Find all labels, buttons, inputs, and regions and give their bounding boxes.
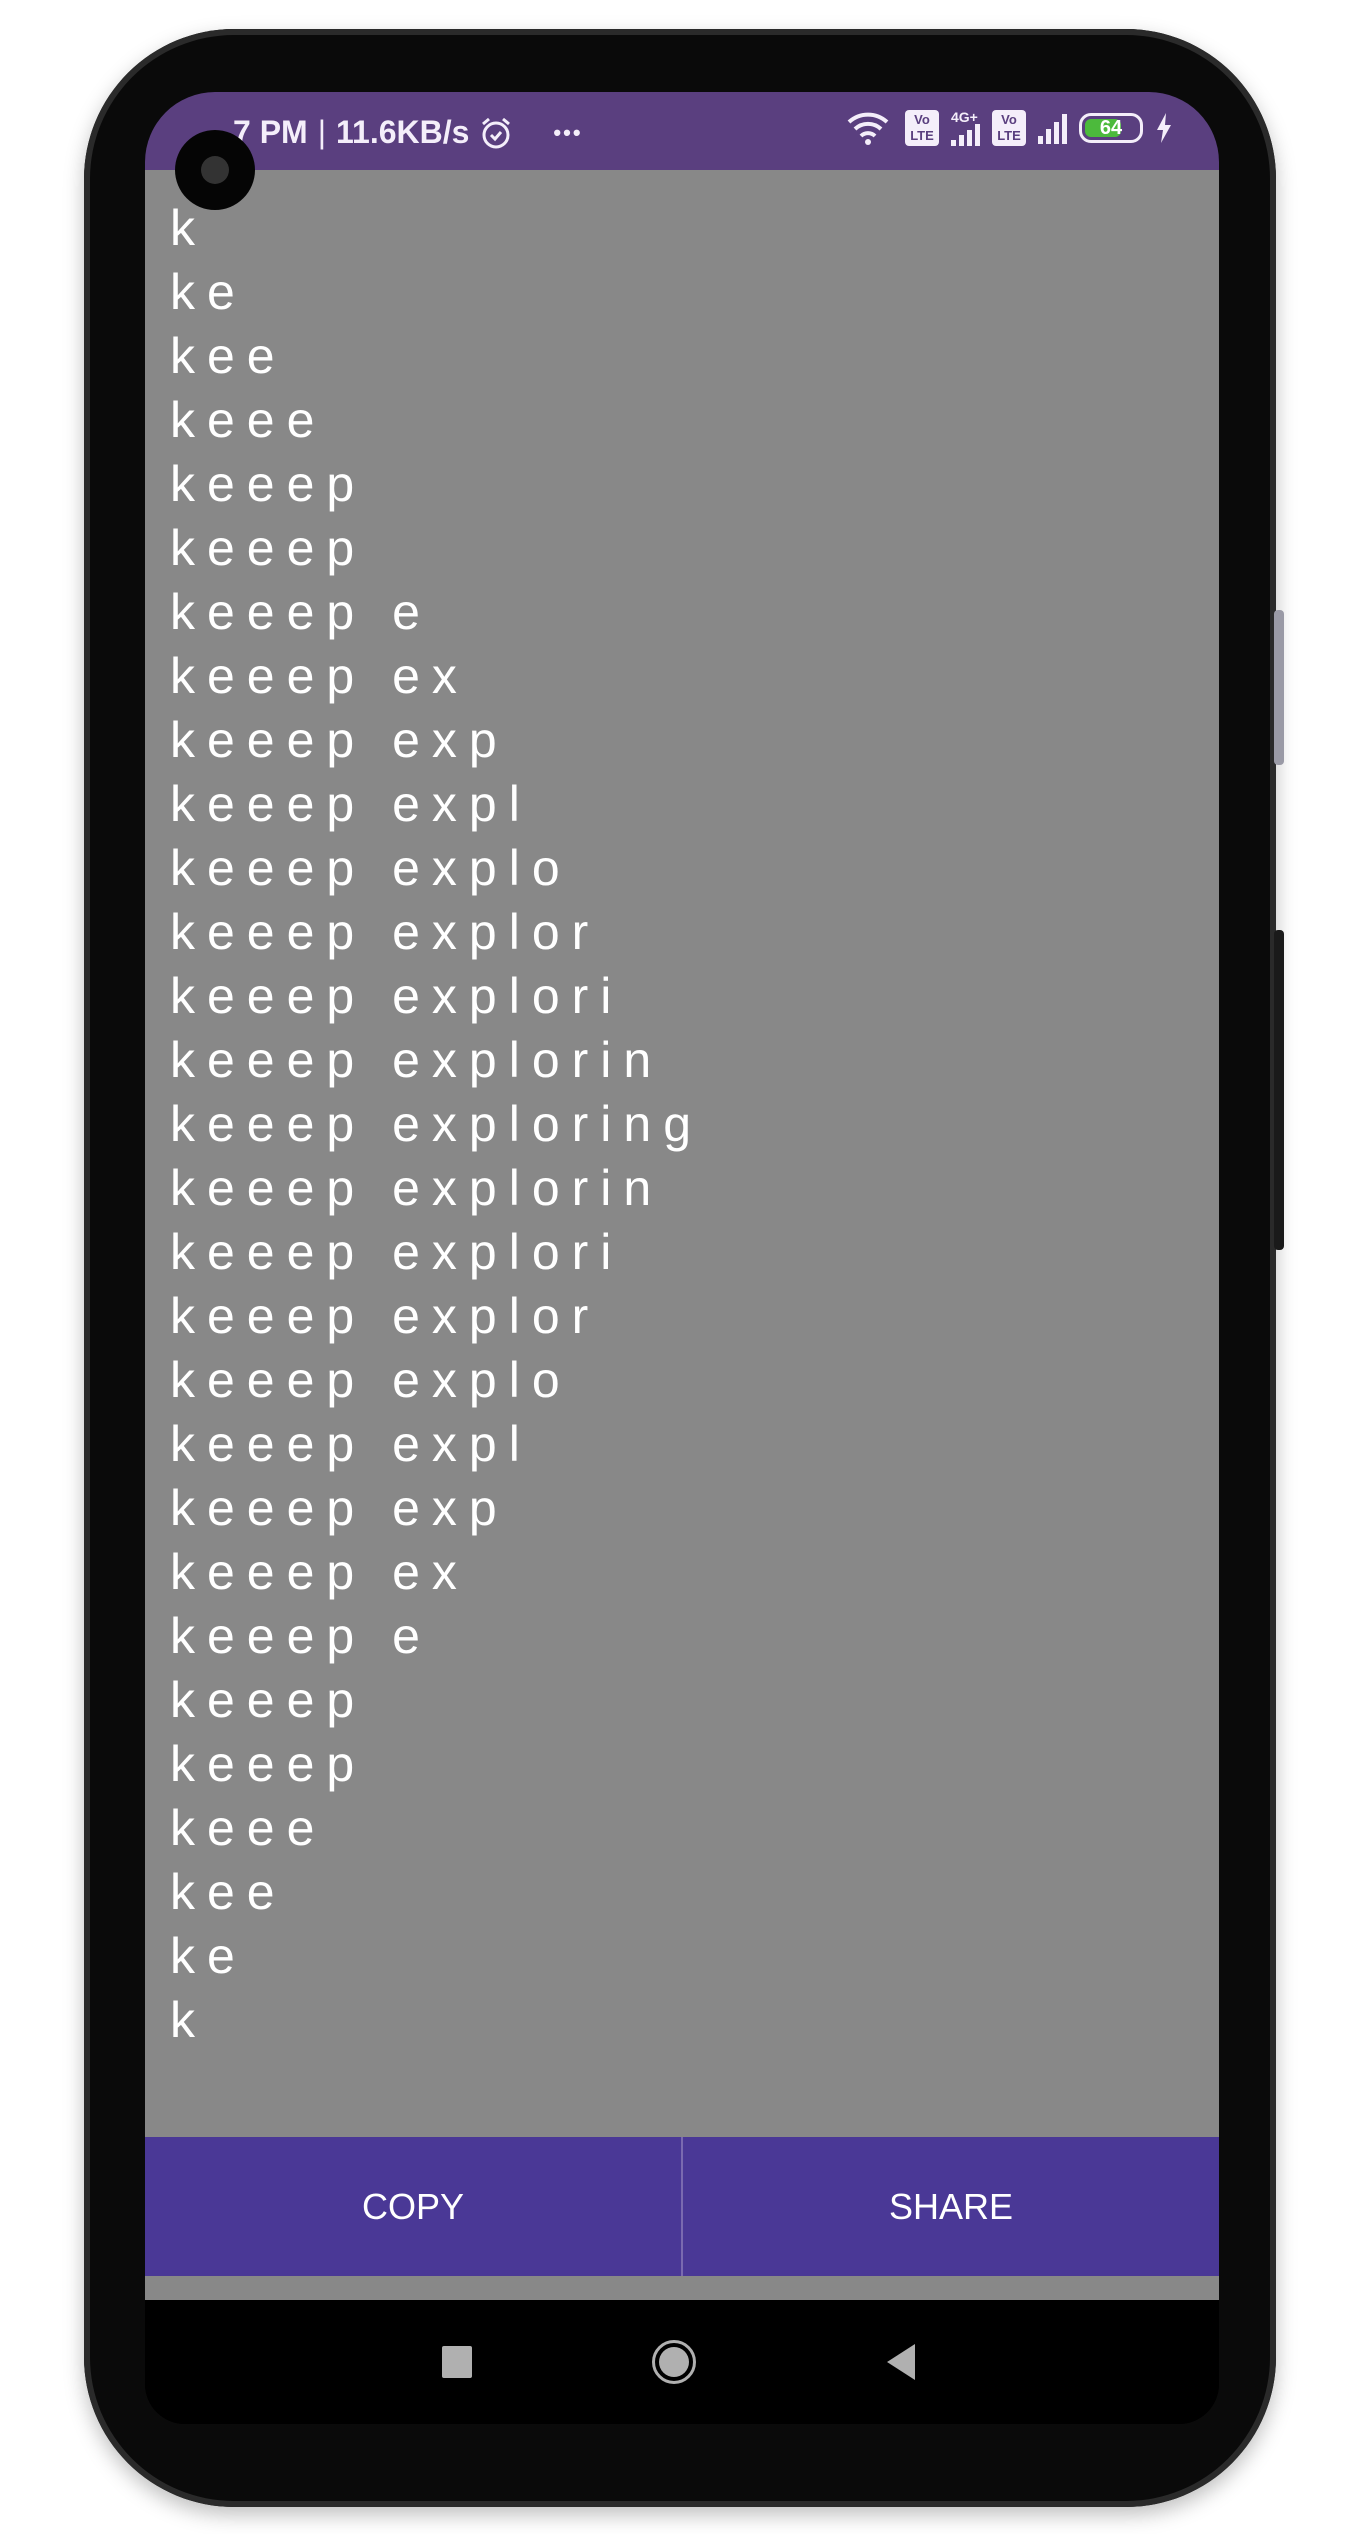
signal-icon [951,124,980,146]
home-button[interactable] [652,2340,696,2384]
text-line: kee [170,1864,287,1920]
power-button [1274,930,1284,1250]
share-button[interactable]: SHARE [681,2137,1219,2276]
text-line: keeep e [170,584,432,640]
battery-icon: 64 [1079,113,1143,143]
copy-button[interactable]: COPY [145,2137,681,2276]
text-line: keeep exp [170,712,509,768]
text-line: keeep explo [170,840,572,896]
text-line: keeep expl [170,1416,532,1472]
navigation-bar [145,2300,1219,2424]
battery-level: 64 [1099,117,1123,139]
more-notifications-icon: ••• [553,119,583,145]
text-line: keeep explo [170,1352,572,1408]
text-line: keeep explori [170,968,624,1024]
text-line: keeep explorin [170,1032,664,1088]
circle-icon [659,2347,689,2377]
text-line: keeep [170,520,367,576]
text-line: keeep expl [170,776,532,832]
screen: 7 PM | 11.6KB/s ••• Vo LTE 4G+ Vo LTE 64… [145,92,1219,2424]
recents-button[interactable] [442,2346,472,2378]
text-line: k [170,1992,207,2048]
text-lines: k ke kee keee keeep keeep keeep e keeep ex keeep… [170,196,703,2052]
text-line: k [170,200,207,256]
network-type: 4G+ [951,109,978,125]
charging-icon [1157,113,1171,143]
text-line: keeep e [170,1608,432,1664]
status-bar: 7 PM | 11.6KB/s ••• Vo LTE 4G+ Vo LTE 64 [145,92,1219,170]
text-line: keeep [170,1672,367,1728]
signal-icon [1038,112,1067,144]
text-line: keeep explor [170,904,601,960]
text-line: ke [170,264,247,320]
text-line: keeep explorin [170,1160,664,1216]
volume-button [1274,610,1284,765]
text-line: keeep exp [170,1480,509,1536]
front-camera [175,130,255,210]
text-line: ke [170,1928,247,1984]
text-line: kee [170,328,287,384]
text-line: keeep [170,1736,367,1792]
text-line: keeep [170,456,367,512]
text-line: keeep explori [170,1224,624,1280]
wifi-icon [847,112,889,145]
back-button[interactable] [885,2344,917,2380]
text-output-area: k ke kee keee keeep keeep keeep e keeep ex keeep… [145,170,1219,2137]
bottom-spacer [145,2276,1219,2300]
text-line: keeep exploring [170,1096,704,1152]
status-divider: | [317,114,326,150]
volte-icon: Vo LTE [992,110,1026,146]
text-line: keeep explor [170,1288,601,1344]
network-speed: 11.6KB/s [336,114,470,150]
text-line: keee [170,392,327,448]
text-line: keeep ex [170,648,469,704]
action-bar: COPY SHARE [145,2137,1219,2276]
alarm-icon [482,117,511,148]
text-line: keee [170,1800,327,1856]
text-line: keeep ex [170,1544,469,1600]
volte-icon: Vo LTE [905,110,939,146]
